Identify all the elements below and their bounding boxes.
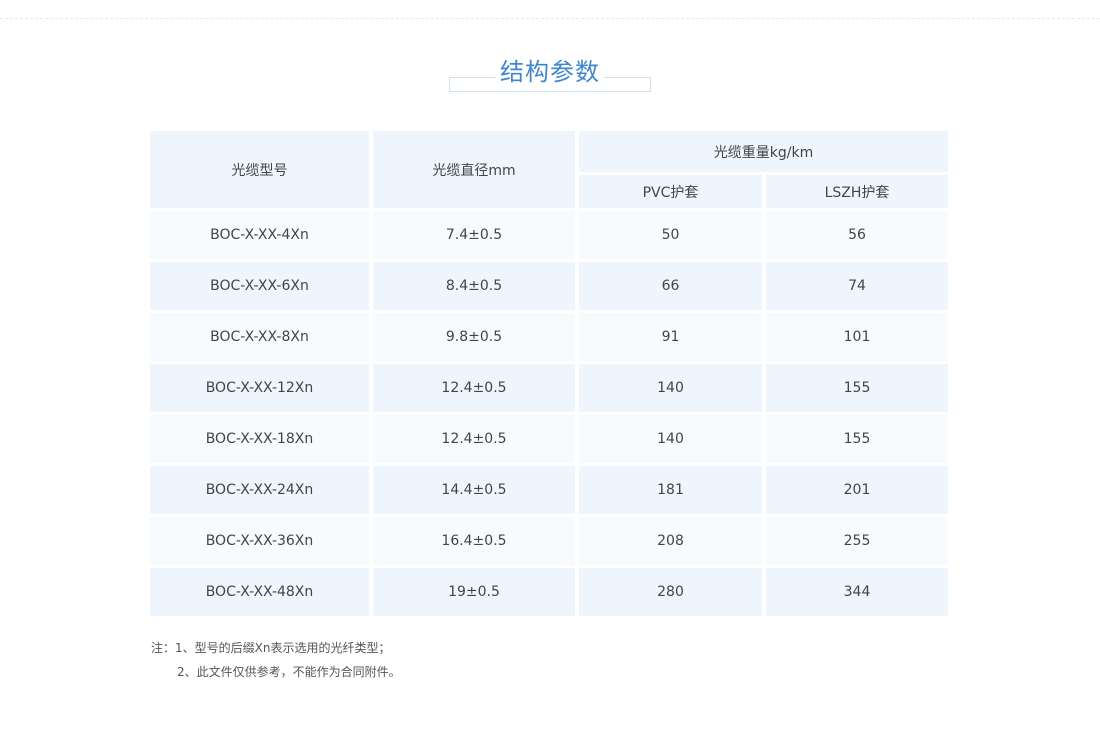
cell-model: BOC-X-XX-6Xn (150, 262, 369, 310)
cell-pvc: 66 (579, 262, 762, 310)
table-row: BOC-X-XX-8Xn 9.8±0.5 91 101 (150, 313, 948, 361)
cell-lszh: 255 (766, 517, 948, 565)
cell-lszh: 101 (766, 313, 948, 361)
cell-model: BOC-X-XX-8Xn (150, 313, 369, 361)
cell-lszh: 56 (766, 211, 948, 259)
section-title-block: 结构参数 (449, 55, 651, 92)
table-row: BOC-X-XX-36Xn 16.4±0.5 208 255 (150, 517, 948, 565)
cell-model: BOC-X-XX-4Xn (150, 211, 369, 259)
cell-model: BOC-X-XX-36Xn (150, 517, 369, 565)
cell-diameter: 16.4±0.5 (373, 517, 575, 565)
cell-diameter: 7.4±0.5 (373, 211, 575, 259)
cell-pvc: 208 (579, 517, 762, 565)
cell-diameter: 12.4±0.5 (373, 364, 575, 412)
cell-pvc: 140 (579, 364, 762, 412)
spec-table: 光缆型号 光缆直径mm 光缆重量kg/km PVC护套 LSZH护套 BOC-X… (146, 128, 952, 619)
cell-diameter: 8.4±0.5 (373, 262, 575, 310)
cell-lszh: 155 (766, 364, 948, 412)
cell-pvc: 280 (579, 568, 762, 616)
cell-lszh: 201 (766, 466, 948, 514)
cell-diameter: 19±0.5 (373, 568, 575, 616)
table-row: BOC-X-XX-12Xn 12.4±0.5 140 155 (150, 364, 948, 412)
table-row: BOC-X-XX-6Xn 8.4±0.5 66 74 (150, 262, 948, 310)
cell-model: BOC-X-XX-24Xn (150, 466, 369, 514)
table-row: BOC-X-XX-18Xn 12.4±0.5 140 155 (150, 415, 948, 463)
header-weight-group: 光缆重量kg/km (579, 131, 948, 172)
table-row: BOC-X-XX-24Xn 14.4±0.5 181 201 (150, 466, 948, 514)
cell-model: BOC-X-XX-12Xn (150, 364, 369, 412)
cell-diameter: 12.4±0.5 (373, 415, 575, 463)
cell-pvc: 50 (579, 211, 762, 259)
note-line-1: 注：1、型号的后缀Xn表示选用的光纤类型； (151, 641, 391, 655)
cell-diameter: 14.4±0.5 (373, 466, 575, 514)
header-model: 光缆型号 (150, 131, 369, 208)
cell-lszh: 344 (766, 568, 948, 616)
cell-pvc: 140 (579, 415, 762, 463)
header-diameter: 光缆直径mm (373, 131, 575, 208)
note-line-2: 2、此文件仅供参考，不能作为合同附件。 (177, 665, 401, 679)
cell-model: BOC-X-XX-48Xn (150, 568, 369, 616)
cell-pvc: 181 (579, 466, 762, 514)
top-divider (0, 18, 1100, 19)
cell-pvc: 91 (579, 313, 762, 361)
section-title-text: 结构参数 (496, 58, 604, 86)
table-row: BOC-X-XX-4Xn 7.4±0.5 50 56 (150, 211, 948, 259)
notes: 注：1、型号的后缀Xn表示选用的光纤类型； 2、此文件仅供参考，不能作为合同附件… (151, 636, 401, 684)
cell-lszh: 155 (766, 415, 948, 463)
cell-lszh: 74 (766, 262, 948, 310)
table-row: BOC-X-XX-48Xn 19±0.5 280 344 (150, 568, 948, 616)
section-title: 结构参数 (449, 55, 651, 89)
cell-diameter: 9.8±0.5 (373, 313, 575, 361)
cell-model: BOC-X-XX-18Xn (150, 415, 369, 463)
header-lszh: LSZH护套 (766, 175, 948, 208)
header-pvc: PVC护套 (579, 175, 762, 208)
